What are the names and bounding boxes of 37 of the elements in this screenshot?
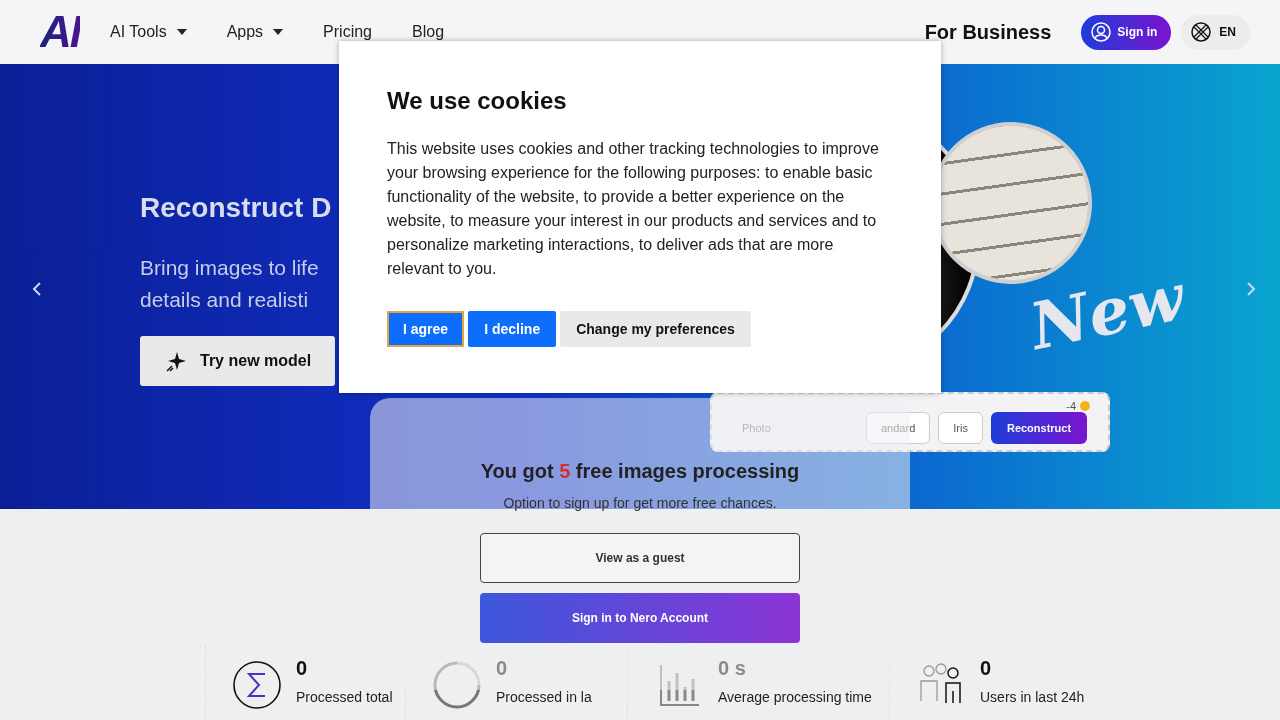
nav-link[interactable]: Apps bbox=[226, 23, 284, 41]
dialog-title: We use cookies bbox=[387, 87, 568, 115]
stat-value: 0 s bbox=[718, 657, 747, 680]
stat-value: 0 bbox=[980, 657, 993, 680]
globe-icon bbox=[1191, 22, 1212, 42]
stat-label: Processed total bbox=[296, 688, 393, 706]
caret-icon bbox=[176, 29, 187, 35]
cost-label: -4 bbox=[1066, 400, 1076, 412]
sign-in-button[interactable]: Sign in bbox=[1081, 14, 1172, 50]
stat-label: Processed in la bbox=[496, 688, 592, 706]
coin-icon bbox=[1080, 401, 1090, 411]
sigma-icon bbox=[233, 661, 281, 709]
business-link[interactable]: For Business bbox=[924, 20, 1052, 44]
dialog-body: This website uses cookies and other tracking technologies to improve your browsing experience for the following purposes: to enable basic functionality of the website, to provide a better experience on the website, to measure your interest in our products and services and to personalize marketing interactions, to deliver ads that are more relevant to you. bbox=[387, 139, 880, 279]
cookie-button[interactable]: Change my preferences bbox=[560, 311, 751, 347]
view-as-guest-button[interactable]: View as a guest bbox=[480, 533, 800, 583]
free-images-headline: You got 5 free images processing bbox=[480, 460, 800, 483]
hero-subtitle: Bring images to life details and realisti bbox=[140, 255, 319, 313]
stat-value: 0 bbox=[296, 657, 309, 680]
sign-up-note: Option to sign up for get more free chances. bbox=[503, 495, 777, 511]
sign-in-nero-button[interactable]: Sign in to Nero Account bbox=[480, 593, 800, 643]
language-button[interactable]: EN bbox=[1181, 14, 1250, 50]
demo-option-button[interactable]: Iris bbox=[938, 412, 983, 444]
nav-link[interactable]: Blog bbox=[412, 23, 445, 41]
stat-label: Users in last 24h bbox=[980, 688, 1085, 706]
stat-label: Average processing time bbox=[718, 688, 872, 706]
cookie-button[interactable]: I decline bbox=[468, 311, 557, 347]
user-icon bbox=[1091, 22, 1112, 42]
try-new-model-button[interactable]: Try new model bbox=[140, 336, 336, 386]
nav-link[interactable]: Pricing bbox=[323, 23, 372, 41]
new-lettering: New bbox=[1023, 258, 1191, 365]
hero-title: Reconstruct D bbox=[140, 192, 332, 224]
demo-option-button[interactable]: Reconstruct bbox=[990, 412, 1088, 444]
stat-value: 0 bbox=[496, 657, 509, 680]
nav-link[interactable]: AI Tools bbox=[110, 23, 187, 41]
cookie-button[interactable]: I agree bbox=[387, 311, 465, 347]
caret-icon bbox=[273, 29, 284, 35]
